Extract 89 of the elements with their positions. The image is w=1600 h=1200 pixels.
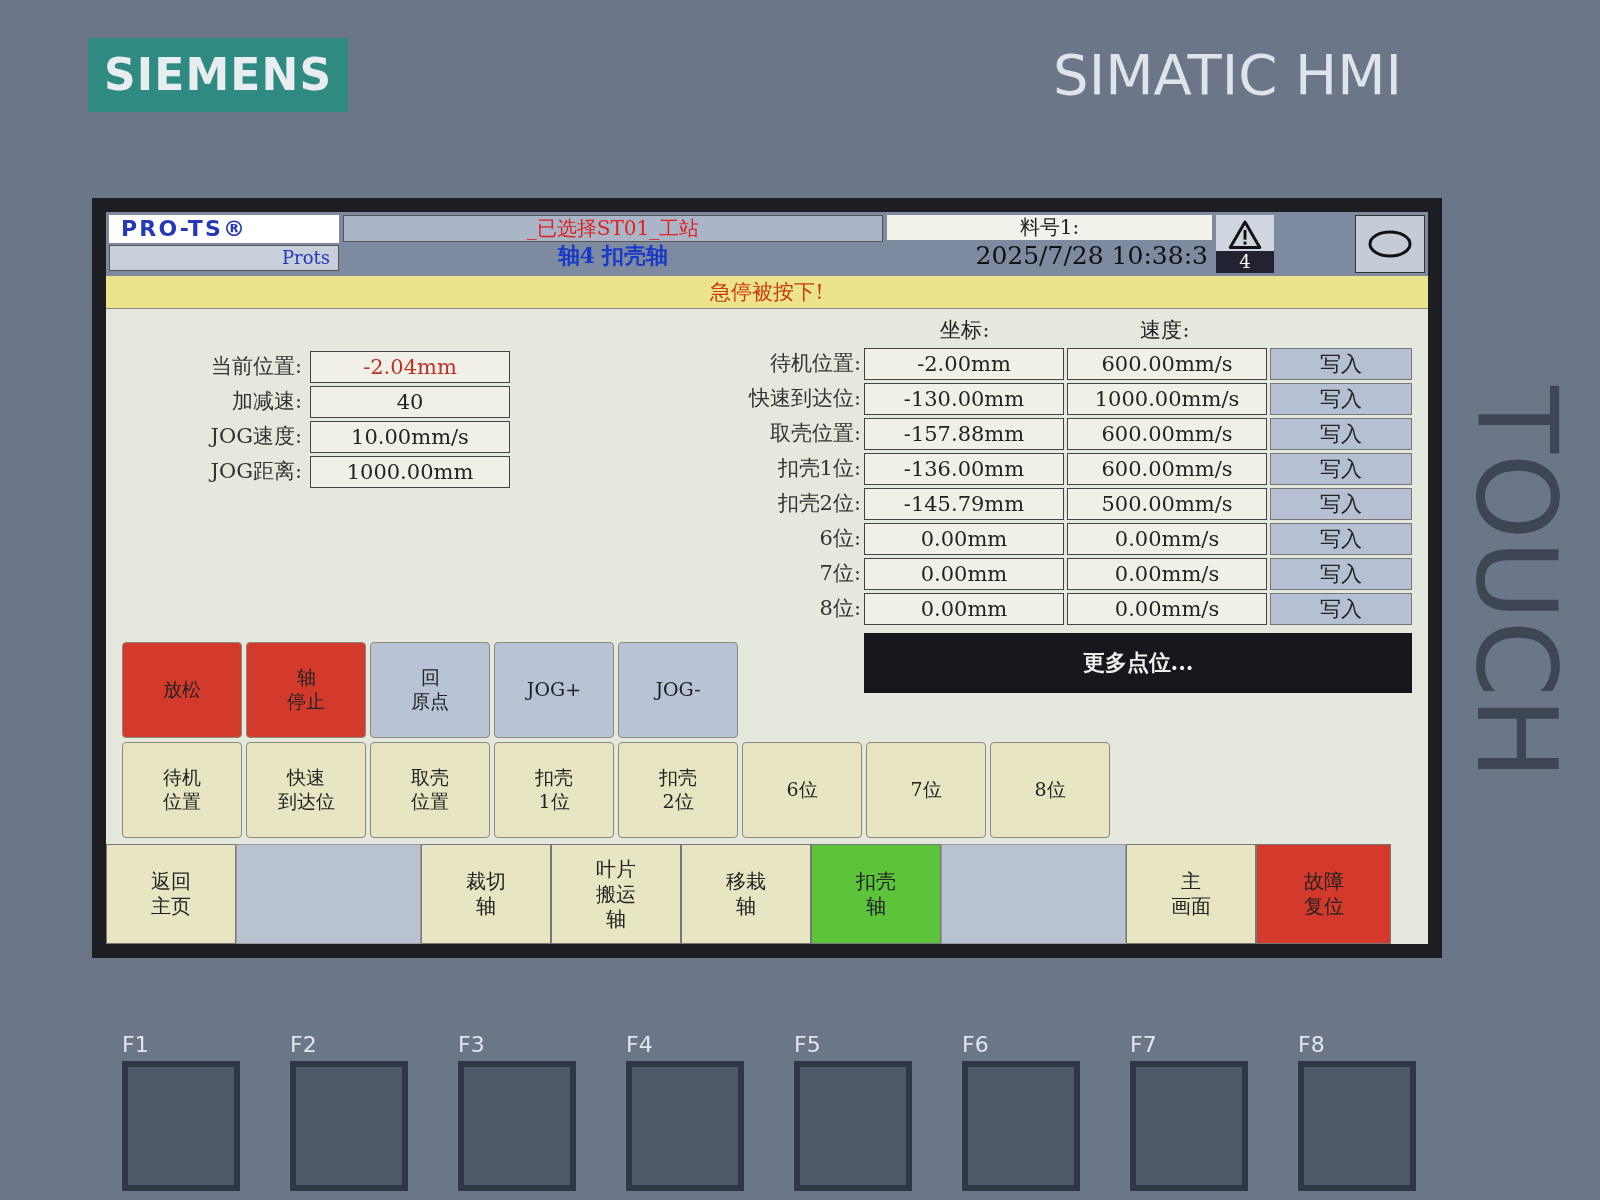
write-button[interactable]: 写入 bbox=[1270, 593, 1412, 625]
alert-banner: 急停被按下! bbox=[106, 276, 1428, 309]
speed-field[interactable]: 0.00mm/s bbox=[1067, 523, 1267, 555]
coordinate-field[interactable]: -157.88mm bbox=[864, 418, 1064, 450]
param-label: 加减速: bbox=[230, 388, 302, 416]
position-label: 快速到达位: bbox=[747, 385, 861, 413]
more-positions-button[interactable]: 更多点位... bbox=[864, 632, 1412, 693]
position-label: 扣壳1位: bbox=[776, 455, 861, 483]
speed-field[interactable]: 0.00mm/s bbox=[1067, 593, 1267, 625]
part-number-label: 料号1: bbox=[887, 215, 1212, 240]
function-key[interactable] bbox=[962, 1061, 1080, 1191]
alarm-count: 4 bbox=[1216, 250, 1274, 273]
position-button[interactable]: 7位 bbox=[866, 742, 986, 838]
position-label: 取壳位置: bbox=[768, 420, 861, 448]
param-field[interactable]: 40 bbox=[310, 386, 510, 418]
function-key-label: F6 bbox=[962, 1031, 990, 1059]
param-field[interactable]: 10.00mm/s bbox=[310, 421, 510, 453]
column-header: 速度: bbox=[1139, 317, 1191, 344]
write-button[interactable]: 写入 bbox=[1270, 348, 1412, 380]
speed-field[interactable]: 600.00mm/s bbox=[1067, 348, 1267, 380]
param-label: JOG速度: bbox=[207, 423, 302, 451]
write-button[interactable]: 写入 bbox=[1270, 383, 1412, 415]
function-key[interactable] bbox=[290, 1061, 408, 1191]
position-button[interactable]: 6位 bbox=[742, 742, 862, 838]
param-field[interactable]: 1000.00mm bbox=[310, 456, 510, 488]
function-key-label: F4 bbox=[626, 1031, 654, 1059]
circle-icon bbox=[1368, 229, 1412, 259]
speed-field[interactable]: 600.00mm/s bbox=[1067, 453, 1267, 485]
circle-button[interactable] bbox=[1355, 215, 1425, 273]
param-field[interactable]: -2.04mm bbox=[310, 351, 510, 383]
coordinate-field[interactable]: -145.79mm bbox=[864, 488, 1064, 520]
position-label: 7位: bbox=[818, 560, 861, 588]
speed-field[interactable]: 1000.00mm/s bbox=[1067, 383, 1267, 415]
control-button[interactable]: 回 原点 bbox=[370, 642, 490, 738]
coordinate-field[interactable]: 0.00mm bbox=[864, 523, 1064, 555]
speed-field[interactable]: 500.00mm/s bbox=[1067, 488, 1267, 520]
brand-logo: SIEMENS bbox=[88, 38, 349, 112]
position-button[interactable]: 待机 位置 bbox=[122, 742, 242, 838]
write-button[interactable]: 写入 bbox=[1270, 523, 1412, 555]
function-key[interactable] bbox=[1130, 1061, 1248, 1191]
column-header: 坐标: bbox=[939, 317, 991, 344]
coordinate-field[interactable]: 0.00mm bbox=[864, 558, 1064, 590]
model-label: SIMATIC HMI bbox=[1053, 41, 1402, 109]
coordinate-field[interactable]: -136.00mm bbox=[864, 453, 1064, 485]
function-key[interactable] bbox=[122, 1061, 240, 1191]
coordinate-field[interactable]: -2.00mm bbox=[864, 348, 1064, 380]
write-button[interactable]: 写入 bbox=[1270, 488, 1412, 520]
function-key[interactable] bbox=[626, 1061, 744, 1191]
position-label: 6位: bbox=[818, 525, 861, 553]
warning-icon[interactable] bbox=[1227, 219, 1263, 251]
function-key-label: F8 bbox=[1298, 1031, 1326, 1059]
function-key[interactable] bbox=[1298, 1061, 1416, 1191]
function-key-label: F1 bbox=[122, 1031, 150, 1059]
function-key-label: F5 bbox=[794, 1031, 822, 1059]
position-button[interactable]: 扣壳 2位 bbox=[618, 742, 738, 838]
position-button[interactable]: 扣壳 1位 bbox=[494, 742, 614, 838]
position-label: 扣壳2位: bbox=[776, 490, 861, 518]
function-key-label: F3 bbox=[458, 1031, 486, 1059]
write-button[interactable]: 写入 bbox=[1270, 418, 1412, 450]
position-button[interactable]: 8位 bbox=[990, 742, 1110, 838]
speed-field[interactable]: 600.00mm/s bbox=[1067, 418, 1267, 450]
datetime: 2025/7/28 10:38:3 bbox=[974, 240, 1209, 272]
nav-tab[interactable]: 主 画面 bbox=[1126, 844, 1256, 944]
nav-tab[interactable]: 扣壳 轴 bbox=[811, 844, 941, 944]
speed-field[interactable]: 0.00mm/s bbox=[1067, 558, 1267, 590]
position-label: 待机位置: bbox=[768, 350, 861, 378]
axis-title: 轴4 扣壳轴 bbox=[556, 242, 670, 270]
param-label: JOG距离: bbox=[207, 458, 302, 486]
position-button[interactable]: 快速 到达位 bbox=[246, 742, 366, 838]
nav-tab[interactable]: 叶片 搬运 轴 bbox=[551, 844, 681, 944]
coordinate-field[interactable]: 0.00mm bbox=[864, 593, 1064, 625]
param-label: 当前位置: bbox=[209, 353, 302, 381]
position-label: 8位: bbox=[818, 595, 861, 623]
nav-tab[interactable]: 移栽 轴 bbox=[681, 844, 811, 944]
control-button[interactable]: JOG- bbox=[618, 642, 738, 738]
function-key-label: F2 bbox=[290, 1031, 318, 1059]
write-button[interactable]: 写入 bbox=[1270, 453, 1412, 485]
nav-tab[interactable]: 裁切 轴 bbox=[421, 844, 551, 944]
brand-logo: PRO-TS® bbox=[109, 215, 339, 243]
station-title: _已选择ST01_工站 bbox=[343, 215, 883, 242]
coordinate-field[interactable]: -130.00mm bbox=[864, 383, 1064, 415]
write-button[interactable]: 写入 bbox=[1270, 558, 1412, 590]
function-key[interactable] bbox=[458, 1061, 576, 1191]
nav-tab[interactable]: 返回 主页 bbox=[106, 844, 236, 944]
brand-subtitle: Prots bbox=[109, 245, 339, 271]
function-key-label: F7 bbox=[1130, 1031, 1158, 1059]
position-button[interactable]: 取壳 位置 bbox=[370, 742, 490, 838]
control-button[interactable]: JOG+ bbox=[494, 642, 614, 738]
function-key[interactable] bbox=[794, 1061, 912, 1191]
